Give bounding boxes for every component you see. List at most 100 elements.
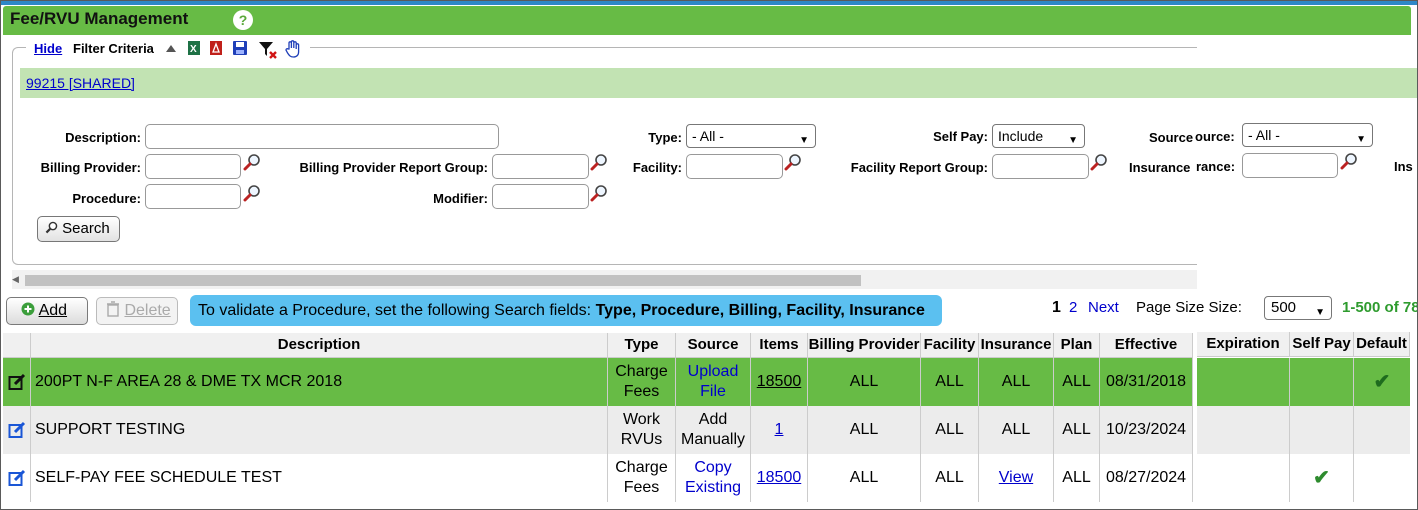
modifier-lookup-icon[interactable] — [590, 184, 608, 202]
column-effective[interactable]: Effective — [1100, 333, 1193, 358]
description-label: Description: — [65, 130, 141, 145]
row-source-line1: Add — [698, 411, 728, 428]
page-2-link[interactable]: 2 — [1069, 299, 1077, 316]
help-icon[interactable]: ? — [233, 10, 253, 30]
facility-report-group-lookup-icon[interactable] — [1090, 153, 1108, 171]
hand-pointer-icon[interactable] — [285, 40, 301, 58]
column-items[interactable]: Items — [751, 333, 808, 358]
pdf-export-icon[interactable] — [208, 40, 224, 56]
type-label: Type: — [648, 130, 682, 145]
edit-cell — [3, 454, 31, 502]
table-row[interactable]: SELF-PAY FEE SCHEDULE TEST Charge Fees Co… — [3, 454, 1193, 502]
table-row[interactable]: 200PT N-F AREA 28 & DME TX MCR 2018 Char… — [3, 358, 1193, 406]
trash-icon — [107, 301, 119, 317]
row-expiration — [1197, 358, 1290, 406]
page-size-label: Page Size Size: — [1136, 299, 1242, 316]
row-items[interactable]: 18500 — [751, 358, 808, 406]
row-source-line2: Manually — [680, 431, 746, 448]
row-description: SUPPORT TESTING — [31, 406, 608, 454]
page-size-value: 500 — [1271, 299, 1297, 316]
row-type-line1: Work — [622, 411, 661, 428]
column-plan[interactable]: Plan — [1054, 333, 1100, 358]
facility-input[interactable] — [686, 154, 783, 179]
column-billing-provider[interactable]: Billing Provider — [808, 333, 921, 358]
column-self-pay[interactable]: Self Pay — [1290, 332, 1354, 357]
save-icon[interactable] — [232, 40, 248, 56]
scroll-left-icon[interactable]: ◀ — [12, 274, 19, 285]
procedure-input[interactable] — [145, 184, 241, 209]
next-page-link[interactable]: Next — [1088, 299, 1119, 316]
row-right-segment: ✔ — [1197, 454, 1410, 502]
search-button[interactable]: Search — [37, 216, 120, 242]
scrollbar-thumb[interactable] — [25, 275, 861, 286]
column-insurance[interactable]: Insurance — [979, 333, 1054, 358]
column-type[interactable]: Type — [608, 333, 676, 358]
row-items[interactable]: 18500 — [751, 454, 808, 502]
row-source[interactable]: Upload File — [676, 358, 751, 406]
row-source-line2: Existing — [684, 479, 742, 496]
row-type-line2: RVUs — [620, 431, 663, 448]
type-select[interactable]: - All - ▼ — [686, 124, 816, 148]
column-description[interactable]: Description — [31, 333, 608, 358]
svg-text:X: X — [190, 44, 197, 55]
chevron-down-icon: ▼ — [1356, 134, 1366, 145]
procedure-lookup-icon[interactable] — [243, 184, 261, 202]
excel-export-icon[interactable]: X — [186, 40, 202, 56]
self-pay-select[interactable]: Include ▼ — [992, 124, 1085, 148]
page-title: Fee/RVU Management — [10, 9, 189, 28]
billing-provider-input[interactable] — [145, 154, 241, 179]
column-facility[interactable]: Facility — [921, 333, 979, 358]
insurance-input[interactable] — [1242, 153, 1338, 178]
hide-filter-link[interactable]: Hide — [34, 41, 62, 56]
row-default: ✔ — [1373, 371, 1391, 393]
column-source[interactable]: Source — [676, 333, 751, 358]
row-expiration — [1197, 406, 1290, 454]
edit-icon[interactable] — [8, 373, 26, 391]
row-insurance-view-link[interactable]: View — [979, 454, 1054, 502]
validation-tip: To validate a Procedure, set the followi… — [190, 295, 942, 326]
insurance-label-overlap: rance: — [1196, 159, 1236, 174]
row-expiration — [1197, 454, 1290, 502]
row-facility: ALL — [921, 406, 979, 454]
facility-lookup-icon[interactable] — [784, 153, 802, 171]
row-type: Charge Fees — [608, 358, 676, 406]
edit-icon[interactable] — [8, 469, 26, 487]
collapse-arrow-icon[interactable] — [166, 45, 176, 52]
source-select[interactable]: - All - ▼ — [1242, 123, 1373, 147]
shared-filter-link[interactable]: 99215 [SHARED] — [26, 75, 135, 91]
row-source-line1: Upload — [687, 363, 739, 380]
clear-filter-icon[interactable] — [258, 40, 278, 60]
billing-provider-lookup-icon[interactable] — [243, 153, 261, 171]
row-description: 200PT N-F AREA 28 & DME TX MCR 2018 — [31, 358, 608, 406]
delete-button[interactable]: Delete — [96, 297, 178, 325]
add-button[interactable]: Add — [6, 297, 88, 325]
description-input[interactable] — [145, 124, 499, 149]
row-right-segment — [1197, 406, 1410, 454]
column-default[interactable]: Default — [1354, 332, 1410, 357]
tip-prefix: To validate a Procedure, set the followi… — [198, 302, 596, 319]
procedure-label: Procedure: — [72, 191, 141, 206]
edit-cell — [3, 358, 31, 406]
page-size-select[interactable]: 500 ▼ — [1264, 296, 1332, 320]
row-source[interactable]: Copy Existing — [676, 454, 751, 502]
row-default — [1354, 406, 1410, 454]
modifier-input[interactable] — [492, 184, 589, 209]
row-type-line2: Fees — [623, 479, 660, 496]
record-count: 1-500 of 78 — [1342, 299, 1418, 316]
edit-icon[interactable] — [8, 421, 26, 439]
row-billing-provider: ALL — [808, 454, 921, 502]
delete-button-label: Delete — [124, 302, 171, 319]
row-plan: ALL — [1054, 358, 1100, 406]
row-type-line2: Fees — [623, 383, 660, 400]
add-button-label: Add — [38, 302, 68, 319]
row-description: SELF-PAY FEE SCHEDULE TEST — [31, 454, 608, 502]
insurance-lookup-icon[interactable] — [1340, 152, 1358, 170]
page-current: 1 — [1052, 299, 1061, 316]
facility-report-group-input[interactable] — [992, 154, 1089, 179]
billing-report-group-lookup-icon[interactable] — [590, 153, 608, 171]
billing-provider-report-group-input[interactable] — [492, 154, 589, 179]
row-items[interactable]: 1 — [751, 406, 808, 454]
column-expiration[interactable]: Expiration — [1197, 332, 1290, 357]
top-accent-line — [0, 0, 1418, 5]
table-row[interactable]: SUPPORT TESTING Work RVUs Add Manually 1 A… — [3, 406, 1193, 454]
